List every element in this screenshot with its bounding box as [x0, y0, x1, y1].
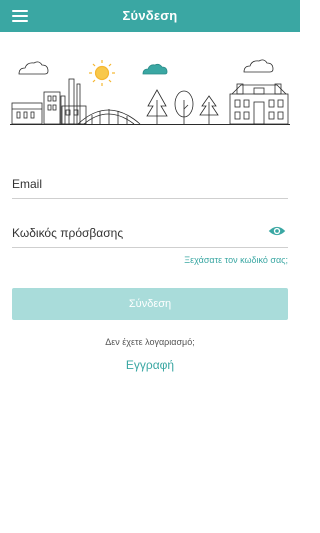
- tree-icon: [146, 89, 168, 124]
- eye-icon[interactable]: [268, 224, 286, 238]
- cloud-icon: [18, 61, 49, 75]
- app-bar: Σύνδεση: [0, 0, 300, 32]
- sun-icon: [89, 60, 115, 86]
- email-field: [12, 172, 288, 199]
- cloud-icon: [243, 59, 274, 73]
- email-input[interactable]: [12, 174, 252, 194]
- login-button[interactable]: Σύνδεση: [12, 288, 288, 320]
- tree-icon: [174, 90, 194, 124]
- page-title: Σύνδεση: [122, 8, 178, 23]
- town-landscape-illustration: [10, 59, 290, 125]
- tree-icon: [199, 95, 219, 124]
- arched-hall-icon: [77, 109, 141, 125]
- password-field: [12, 221, 288, 248]
- cloud-icon: [142, 63, 168, 75]
- mansion-icon: [229, 83, 289, 125]
- register-link[interactable]: Εγγραφή: [0, 358, 300, 372]
- password-input[interactable]: [12, 223, 252, 243]
- forgot-password-link[interactable]: Ξεχάσατε τον κωδικό σας;: [184, 255, 288, 265]
- no-account-text: Δεν έχετε λογαριασμό;: [105, 337, 195, 347]
- factory-icon: [11, 78, 87, 125]
